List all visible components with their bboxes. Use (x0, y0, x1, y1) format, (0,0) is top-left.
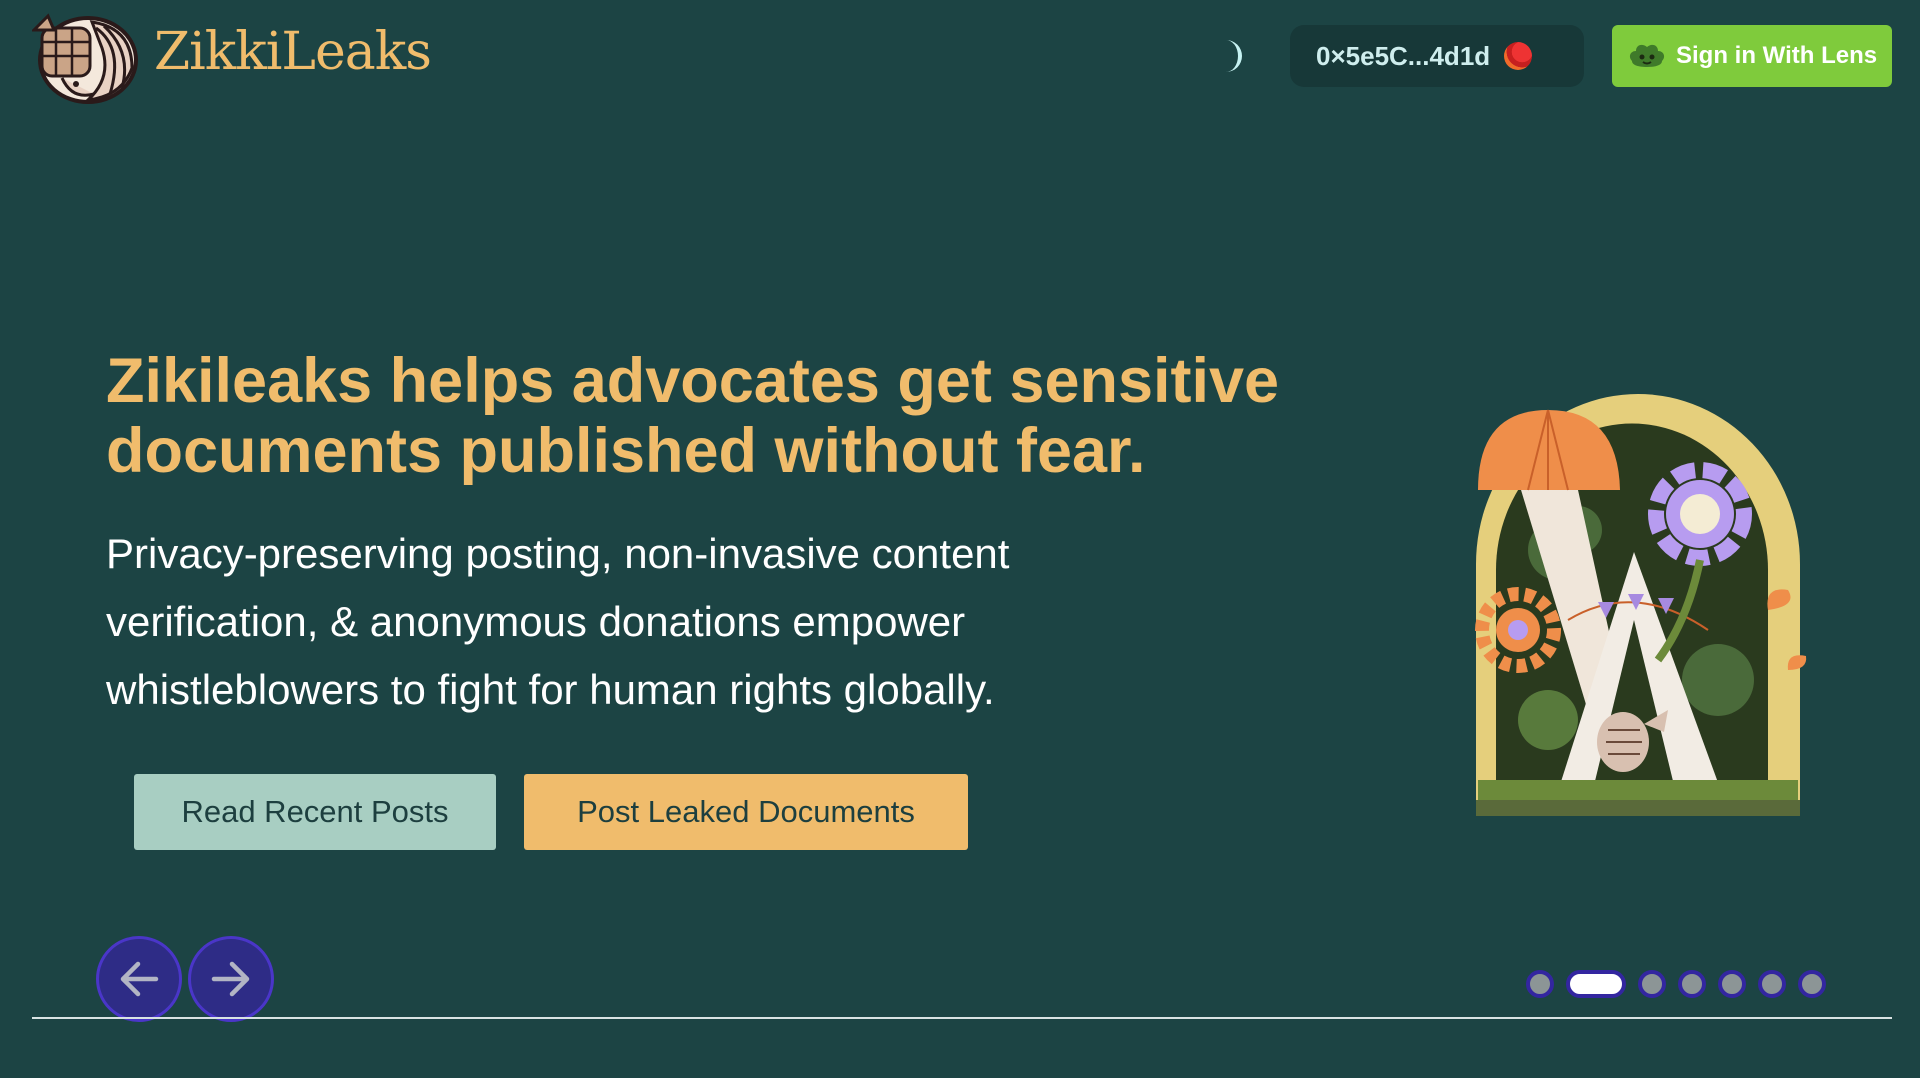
next-slide-button[interactable] (188, 936, 274, 1022)
arrow-right-icon (211, 961, 250, 997)
sign-in-with-lens-button[interactable]: Sign in With Lens (1612, 25, 1892, 87)
armadillo-logo-icon[interactable] (30, 8, 140, 104)
carousel-dot-4[interactable] (1678, 970, 1706, 998)
wallet-address: 0×5e5C...4d1d (1316, 40, 1491, 71)
carousel-dot-5[interactable] (1718, 970, 1746, 998)
arrow-left-icon (120, 961, 159, 997)
carousel-dot-1[interactable] (1526, 970, 1554, 998)
lens-frog-icon (1629, 44, 1665, 67)
hero-subtext: Privacy-preserving posting, non-invasive… (106, 530, 1010, 713)
hero-headline: Zikileaks helps advocates get sensitive … (106, 346, 1280, 486)
armadillo-tent-illustration (1468, 380, 1828, 816)
carousel-dot-2[interactable] (1566, 970, 1626, 998)
post-leaked-documents-button[interactable]: Post Leaked Documents (524, 774, 968, 850)
carousel-pagination (1526, 970, 1838, 998)
carousel-dot-7[interactable] (1798, 970, 1826, 998)
carousel-dot-6[interactable] (1758, 970, 1786, 998)
divider (32, 1017, 1892, 1019)
brand-name[interactable]: ZikkiLeaks (154, 22, 432, 82)
read-recent-posts-button[interactable]: Read Recent Posts (134, 774, 496, 850)
moon-icon[interactable] (1210, 36, 1250, 76)
carousel-dot-3[interactable] (1638, 970, 1666, 998)
previous-slide-button[interactable] (96, 936, 182, 1022)
wallet-avatar (1504, 42, 1533, 70)
sign-in-label: Sign in With Lens (1676, 42, 1878, 69)
wallet-button[interactable]: 0×5e5C...4d1d (1290, 25, 1584, 87)
